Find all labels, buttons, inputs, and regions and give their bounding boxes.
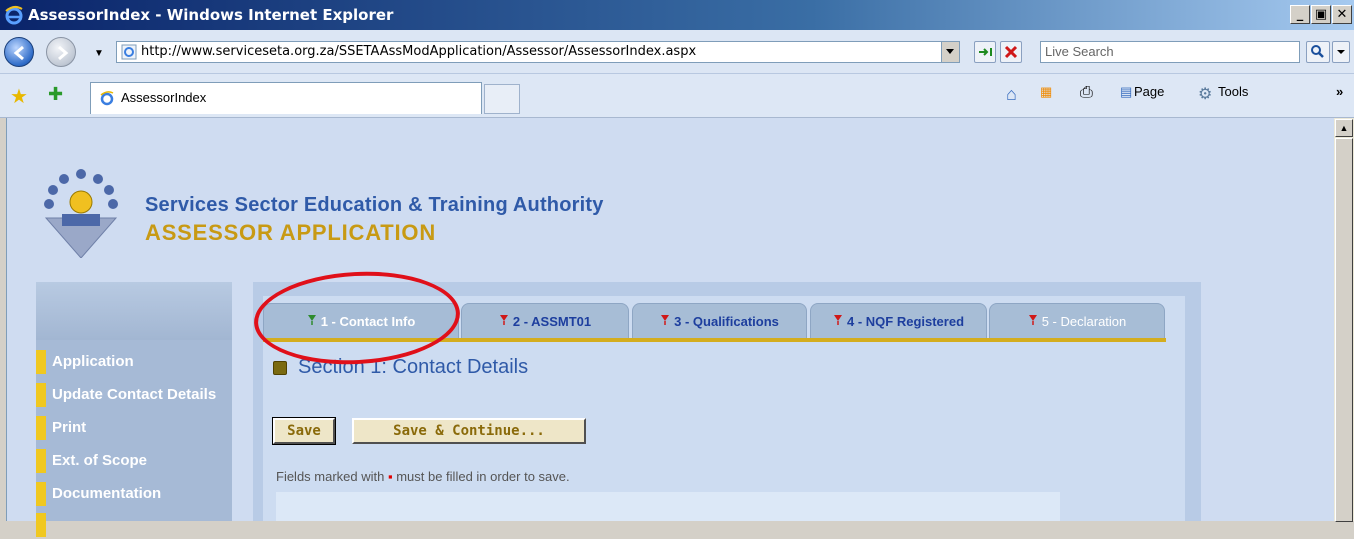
nav-item-documentation[interactable]: Documentation	[36, 480, 232, 508]
stop-button[interactable]	[1000, 41, 1022, 63]
form-area	[276, 492, 1060, 521]
address-field[interactable]: http://www.serviceseta.org.za/SSETAAssMo…	[116, 41, 960, 63]
flag-icon	[660, 304, 670, 340]
forward-button[interactable]	[46, 37, 76, 67]
nav-item-label: Application	[52, 353, 134, 370]
refresh-button[interactable]	[974, 41, 996, 63]
address-dropdown-icon[interactable]	[941, 42, 959, 62]
feeds-icon[interactable]: ▦	[1040, 84, 1052, 100]
org-name: Services Sector Education & Training Aut…	[145, 194, 604, 216]
page-menu[interactable]: Page	[1134, 84, 1164, 99]
arrow-right-icon	[58, 45, 69, 61]
seta-logo	[44, 169, 118, 258]
history-dropdown-icon[interactable]: ▼	[94, 48, 104, 59]
tab-nqf-registered[interactable]: 4 - NQF Registered	[810, 303, 987, 339]
browser-tab-assessorindex[interactable]: AssessorIndex	[90, 82, 482, 114]
add-favorites-icon[interactable]: ✚	[48, 84, 63, 105]
nav-item-label: Print	[52, 419, 87, 436]
nav-marker	[36, 416, 46, 440]
tab-label: 4 - NQF Registered	[846, 314, 965, 329]
note-text-before: Fields marked with	[276, 469, 388, 484]
scroll-up-icon[interactable]: ▲	[1335, 119, 1353, 137]
section-bullet-icon	[273, 361, 287, 375]
tabs-toolbar: ★ ✚ AssessorIndex ⌂ ▦ ⎙ ▤ Page ⚙ Tools »	[0, 74, 1354, 118]
maximize-button[interactable]: ▣	[1311, 5, 1331, 24]
flag-icon	[1028, 304, 1038, 340]
save-button[interactable]: Save	[272, 417, 336, 445]
required-fields-note: Fields marked with ▪ must be filled in o…	[276, 469, 570, 484]
nav-item-label: Update Contact Details	[52, 386, 217, 403]
search-input[interactable]: Live Search	[1040, 41, 1300, 63]
app-name: ASSESSOR APPLICATION	[145, 220, 437, 245]
search-options-dropdown[interactable]	[1332, 41, 1350, 63]
favorites-star-icon[interactable]: ★	[10, 84, 28, 109]
tab-label: 2 - ASSMT01	[512, 314, 592, 329]
nav-item-ext-of-scope[interactable]: Ext. of Scope	[36, 447, 232, 475]
arrow-left-icon	[13, 45, 24, 61]
home-icon[interactable]: ⌂	[1006, 84, 1017, 105]
tab-label: 5 - Declaration	[1041, 314, 1127, 329]
tab-assmt01[interactable]: 2 - ASSMT01	[461, 303, 629, 339]
nav-marker	[36, 350, 46, 374]
tools-gear-icon: ⚙	[1198, 86, 1213, 103]
page-ie-icon	[121, 44, 137, 60]
tab-label: AssessorIndex	[121, 90, 207, 105]
flag-icon	[499, 304, 509, 340]
close-window-button[interactable]: ✕	[1332, 5, 1352, 24]
tab-qualifications[interactable]: 3 - Qualifications	[632, 303, 807, 339]
vertical-scrollbar[interactable]: ▲	[1334, 118, 1354, 522]
address-url: http://www.serviceseta.org.za/SSETAAssMo…	[141, 44, 697, 59]
tab-declaration: 5 - Declaration	[989, 303, 1165, 339]
title-bar: AssessorIndex - Windows Internet Explore…	[0, 0, 1354, 30]
minimize-button[interactable]: _	[1290, 5, 1310, 24]
flag-icon	[833, 304, 843, 340]
left-nav-header	[36, 282, 232, 340]
nav-item-application[interactable]: Application	[36, 348, 232, 376]
stop-icon	[1004, 45, 1018, 59]
tools-menu[interactable]: Tools	[1218, 84, 1248, 99]
tab-label: 3 - Qualifications	[674, 314, 779, 329]
save-continue-button[interactable]: Save & Continue...	[352, 418, 586, 444]
nav-marker	[36, 513, 46, 537]
search-icon	[1311, 45, 1324, 58]
nav-marker	[36, 383, 46, 407]
nav-item-label: Documentation	[52, 485, 162, 502]
address-toolbar: ▼ http://www.serviceseta.org.za/SSETAAss…	[0, 30, 1354, 74]
nav-item-update-contact-details[interactable]: Update Contact Details	[36, 381, 232, 409]
page-icon: ▤	[1120, 84, 1133, 99]
scroll-thumb[interactable]	[1335, 138, 1353, 522]
nav-item-label: Ext. of Scope	[52, 452, 148, 469]
more-commands-chevron-icon[interactable]: »	[1336, 84, 1343, 99]
nav-marker	[36, 482, 46, 506]
refresh-icon	[979, 48, 992, 56]
new-tab-button[interactable]	[484, 84, 520, 114]
note-text-after: must be filled in order to save.	[392, 469, 570, 484]
ie-tab-icon	[100, 91, 114, 106]
nav-item-print[interactable]: Print	[36, 414, 232, 442]
ie-logo-icon	[5, 5, 23, 25]
window-title: AssessorIndex - Windows Internet Explore…	[28, 6, 394, 24]
search-button[interactable]	[1306, 41, 1330, 63]
left-nav: Application Update Contact Details Print…	[36, 282, 232, 537]
nav-marker	[36, 449, 46, 473]
back-button[interactable]	[4, 37, 34, 67]
nav-item-more	[36, 511, 232, 539]
print-icon[interactable]: ⎙	[1080, 84, 1093, 102]
